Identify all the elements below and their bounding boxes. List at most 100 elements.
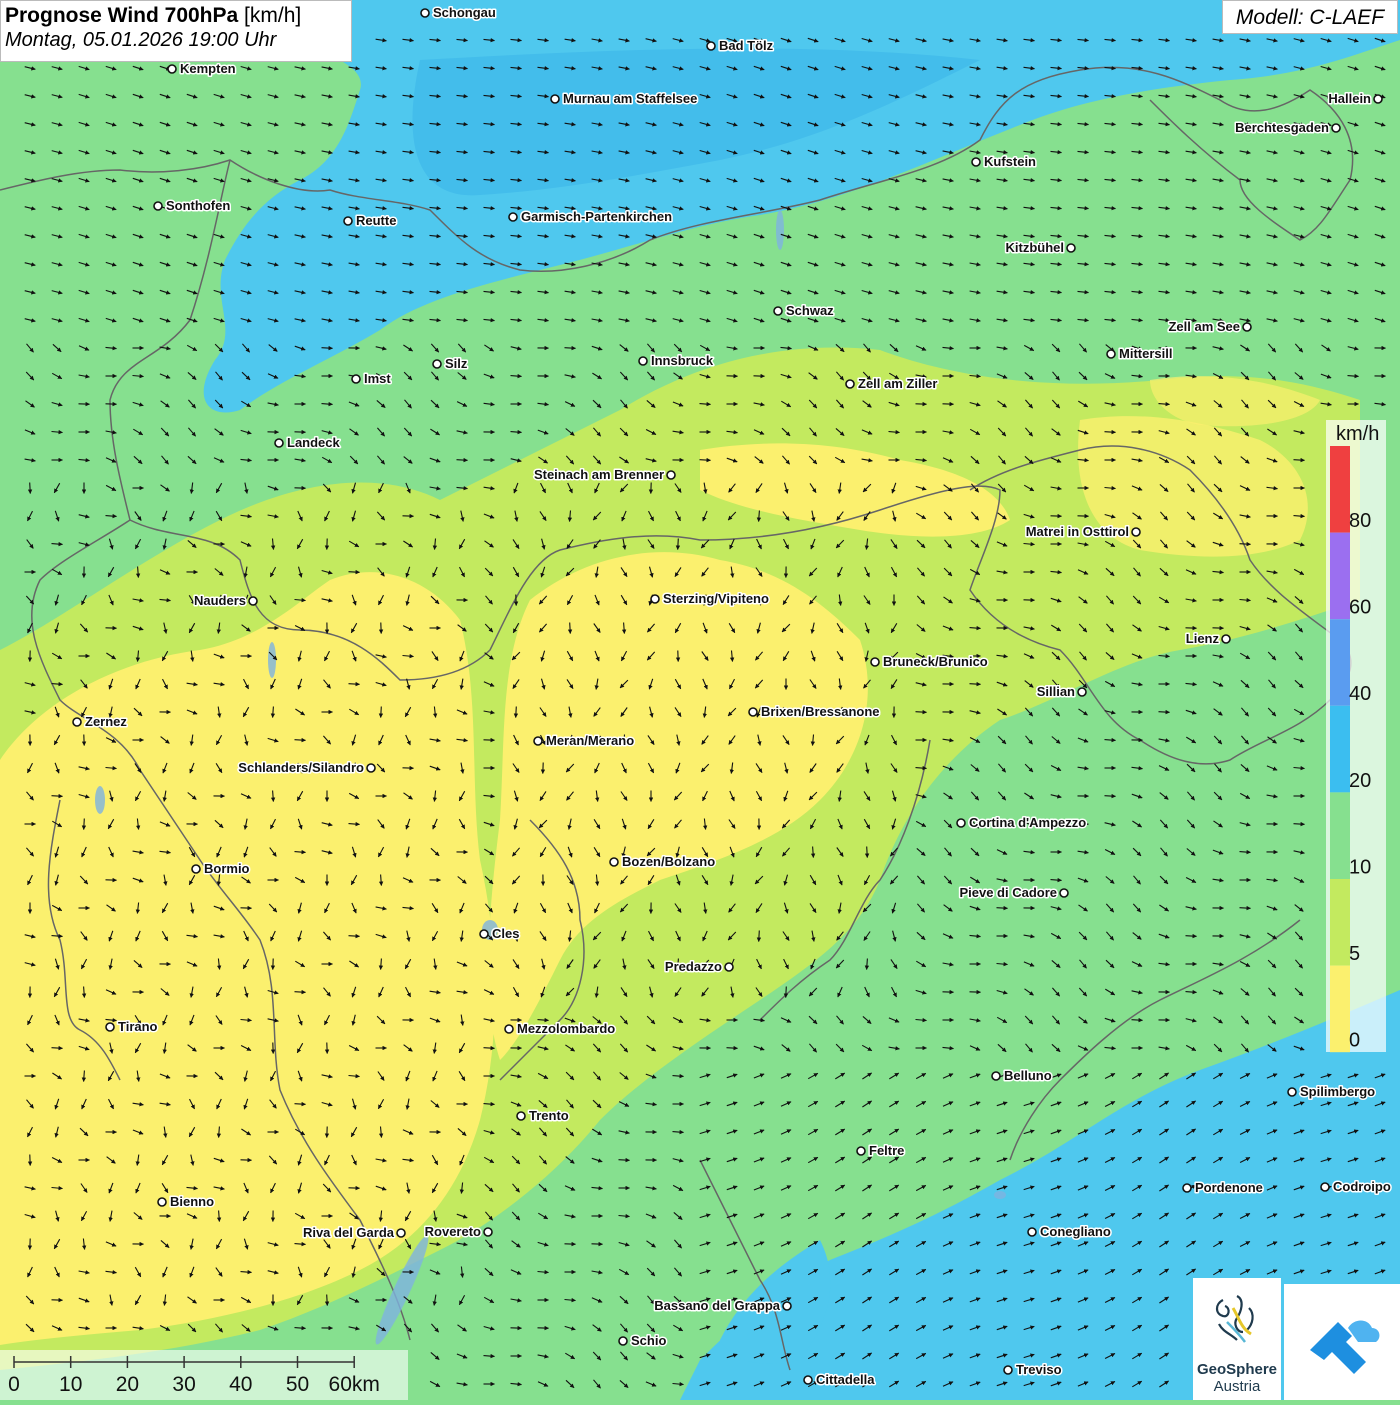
place-marker-icon bbox=[168, 65, 176, 73]
wind-arrow-icon bbox=[457, 460, 468, 461]
legend-color-segment bbox=[1330, 879, 1350, 966]
place-matrei-in-osttirol: Matrei in Osttirol bbox=[1026, 524, 1140, 539]
place-marker-icon bbox=[154, 202, 162, 210]
place-marker-icon bbox=[1078, 688, 1086, 696]
wind-arrow-icon bbox=[516, 707, 517, 718]
place-label: Bruneck/Brunico bbox=[883, 654, 988, 669]
legend-color-segment bbox=[1330, 619, 1350, 706]
wind-forecast-map: SchongauBad TölzKemptenMurnau am Staffel… bbox=[0, 0, 1400, 1400]
wind-arrow-icon bbox=[84, 819, 85, 830]
wind-arrow-icon bbox=[619, 1160, 630, 1161]
wind-arrow-icon bbox=[295, 740, 306, 741]
place-label: Lienz bbox=[1186, 631, 1220, 646]
place-label: Bassano del Grappa bbox=[654, 1298, 780, 1313]
place-label: Garmisch-Partenkirchen bbox=[521, 209, 672, 224]
place-marker-icon bbox=[158, 1198, 166, 1206]
place-zell-am-ziller: Zell am Ziller bbox=[846, 376, 937, 391]
wind-arrow-icon bbox=[349, 572, 360, 573]
place-marker-icon bbox=[517, 1112, 525, 1120]
place-label: Silz bbox=[445, 356, 468, 371]
weather-app-icon bbox=[1284, 1284, 1400, 1400]
place-marker-icon bbox=[1107, 350, 1115, 358]
place-label: Kitzbühel bbox=[1006, 240, 1065, 255]
wind-arrow-icon bbox=[1105, 796, 1116, 797]
place-marker-icon bbox=[505, 1025, 513, 1033]
place-label: Brixen/Bressanone bbox=[761, 704, 880, 719]
place-label: Conegliano bbox=[1040, 1224, 1111, 1239]
geosphere-logo[interactable]: GeoSphere Austria bbox=[1193, 1278, 1281, 1400]
place-murnau-am-staffelsee: Murnau am Staffelsee bbox=[551, 91, 697, 106]
wind-arrow-icon bbox=[30, 483, 31, 494]
place-label: Meran/Merano bbox=[546, 733, 634, 748]
wind-arrow-icon bbox=[727, 1048, 738, 1049]
wind-arrow-icon bbox=[327, 1295, 328, 1306]
forecast-datetime: Montag, 05.01.2026 19:00 Uhr bbox=[5, 29, 347, 52]
place-label: Trento bbox=[529, 1108, 569, 1123]
place-marker-icon bbox=[1222, 635, 1230, 643]
wind-arrow-icon bbox=[997, 908, 1008, 909]
place-marker-icon bbox=[610, 858, 618, 866]
place-label: Mezzolombardo bbox=[517, 1021, 615, 1036]
place-sonthofen: Sonthofen bbox=[154, 198, 230, 213]
place-marker-icon bbox=[1183, 1184, 1191, 1192]
place-marker-icon bbox=[846, 380, 854, 388]
place-garmisch-partenkirchen: Garmisch-Partenkirchen bbox=[509, 209, 672, 224]
geosphere-country: Austria bbox=[1193, 1378, 1281, 1395]
place-sterzing-vipiteno: Sterzing/Vipiteno bbox=[651, 591, 769, 606]
wind-arrow-icon bbox=[570, 623, 571, 634]
place-label: Matrei in Osttirol bbox=[1026, 524, 1129, 539]
place-marker-icon bbox=[551, 95, 559, 103]
place-marker-icon bbox=[774, 307, 782, 315]
place-marker-icon bbox=[106, 1023, 114, 1031]
place-marker-icon bbox=[192, 865, 200, 873]
place-label: Hallein bbox=[1328, 91, 1371, 106]
place-marker-icon bbox=[749, 708, 757, 716]
place-marker-icon bbox=[783, 1302, 791, 1310]
place-label: Kempten bbox=[180, 61, 236, 76]
place-zell-am-see: Zell am See bbox=[1168, 319, 1251, 334]
place-label: Mittersill bbox=[1119, 346, 1172, 361]
place-marker-icon bbox=[484, 1228, 492, 1236]
place-marker-icon bbox=[275, 439, 283, 447]
legend-color-bar bbox=[1330, 446, 1350, 1052]
legend-color-segment bbox=[1330, 446, 1350, 533]
place-marker-icon bbox=[249, 597, 257, 605]
legend-tick-label: 10 bbox=[1349, 856, 1371, 878]
place-spilimbergo: Spilimbergo bbox=[1288, 1084, 1375, 1099]
place-marker-icon bbox=[352, 375, 360, 383]
title-panel: Prognose Wind 700hPa [km/h] Montag, 05.0… bbox=[0, 0, 352, 62]
wind-arrow-icon bbox=[970, 684, 981, 685]
weather-app-logo[interactable] bbox=[1284, 1284, 1400, 1400]
wind-arrow-icon bbox=[52, 1048, 63, 1049]
place-label: Cortina d'Ampezzo bbox=[969, 815, 1086, 830]
place-marker-icon bbox=[857, 1147, 865, 1155]
place-label: Imst bbox=[364, 371, 391, 386]
place-label: Bienno bbox=[170, 1194, 214, 1209]
place-marker-icon bbox=[725, 963, 733, 971]
legend-color-segment bbox=[1330, 966, 1350, 1053]
place-marker-icon bbox=[871, 658, 879, 666]
place-marker-icon bbox=[804, 1376, 812, 1384]
place-marker-icon bbox=[651, 595, 659, 603]
wind-arrow-icon bbox=[1240, 544, 1251, 545]
place-innsbruck: Innsbruck bbox=[639, 353, 714, 368]
wind-arrow-icon bbox=[867, 847, 868, 858]
place-label: Predazzo bbox=[665, 959, 722, 974]
place-label: Zell am Ziller bbox=[858, 376, 937, 391]
place-label: Schongau bbox=[433, 5, 496, 20]
legend-tick-label: 5 bbox=[1349, 943, 1360, 965]
legend-tick-label: 20 bbox=[1349, 770, 1371, 792]
place-marker-icon bbox=[509, 213, 517, 221]
geosphere-logo-icon bbox=[1193, 1278, 1281, 1358]
geosphere-name: GeoSphere bbox=[1193, 1361, 1281, 1378]
legend-tick-label: 40 bbox=[1349, 683, 1371, 705]
scale-bar-graphic: 0102030405060km bbox=[0, 1350, 408, 1400]
map-title: Prognose Wind 700hPa [km/h] bbox=[5, 4, 347, 28]
wind-arrow-icon bbox=[349, 936, 360, 937]
place-marker-icon bbox=[957, 819, 965, 827]
place-label: Cittadella bbox=[816, 1372, 875, 1387]
place-label: Reutte bbox=[356, 213, 396, 228]
place-label: Schio bbox=[631, 1333, 666, 1348]
place-meran-merano: Meran/Merano bbox=[534, 733, 634, 748]
place-marker-icon bbox=[480, 930, 488, 938]
